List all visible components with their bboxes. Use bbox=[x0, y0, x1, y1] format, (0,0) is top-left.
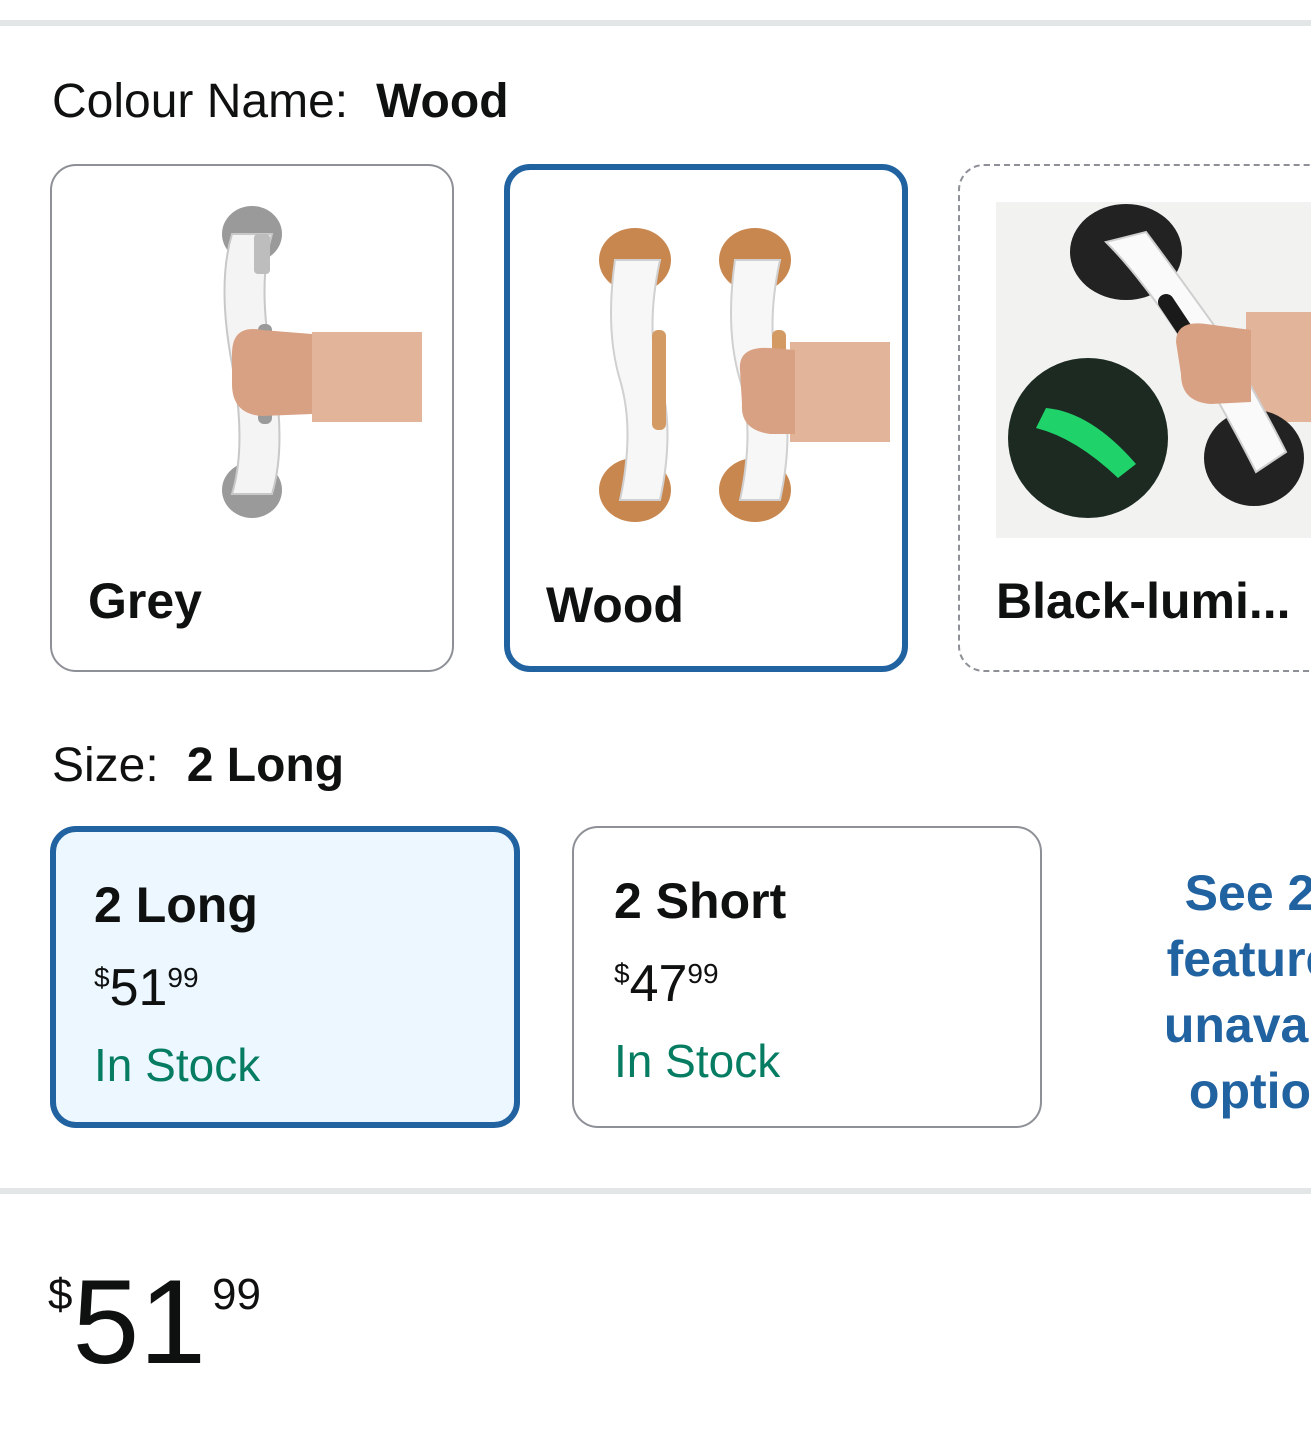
wood-grab-bar-image bbox=[599, 228, 890, 522]
colour-name-key: Colour Name: bbox=[52, 75, 349, 128]
size-key: Size: bbox=[52, 739, 159, 792]
price-whole: 51 bbox=[109, 959, 168, 1017]
top-divider bbox=[0, 20, 1311, 26]
see-more-line: optio bbox=[1188, 1063, 1311, 1119]
size-value: 2 Long bbox=[186, 739, 345, 792]
main-price: $51 99 bbox=[48, 1262, 261, 1382]
swatch-grey[interactable]: Grey bbox=[50, 164, 454, 672]
bottom-divider bbox=[0, 1188, 1311, 1194]
size-option-title: 2 Long bbox=[94, 877, 258, 933]
price-symbol: $ bbox=[94, 962, 110, 993]
price-symbol: $ bbox=[614, 958, 630, 989]
grey-grab-bar-image bbox=[222, 206, 422, 518]
see-more-line: unavail bbox=[1163, 997, 1311, 1053]
price-fraction: 99 bbox=[687, 958, 719, 989]
black-luminous-grab-bar-image bbox=[996, 202, 1311, 538]
colour-name-value: Wood bbox=[376, 75, 509, 128]
see-more-line: See 2 bbox=[1184, 865, 1311, 921]
swatch-wood[interactable]: Wood bbox=[504, 164, 908, 672]
price-whole: 47 bbox=[629, 955, 688, 1013]
colour-name-label: Colour Name: Wood bbox=[52, 74, 509, 129]
swatch-grey-label: Grey bbox=[88, 573, 202, 629]
size-option-2-long[interactable]: 2 Long $5199 In Stock bbox=[50, 826, 520, 1128]
size-option-title: 2 Short bbox=[614, 873, 787, 929]
swatch-black-luminous-label: Black-lumi... bbox=[996, 573, 1291, 629]
main-price-symbol: $ bbox=[48, 1270, 73, 1319]
swatch-black-luminous[interactable]: Black-lumi... bbox=[958, 164, 1311, 672]
size-option-price: $4799 bbox=[614, 954, 719, 1014]
availability-status: In Stock bbox=[94, 1039, 261, 1091]
see-more-line: feature bbox=[1166, 931, 1311, 987]
main-price-fraction: 99 bbox=[211, 1270, 261, 1319]
swatch-wood-label: Wood bbox=[546, 577, 684, 633]
size-option-price: $5199 bbox=[94, 958, 199, 1018]
see-unavailable-options-link[interactable]: See 2 feature unavail optio bbox=[1100, 860, 1311, 1124]
availability-status: In Stock bbox=[614, 1035, 781, 1087]
main-price-whole: 51 bbox=[72, 1255, 206, 1389]
price-fraction: 99 bbox=[167, 962, 199, 993]
size-label: Size: 2 Long bbox=[52, 738, 344, 793]
size-option-2-short[interactable]: 2 Short $4799 In Stock bbox=[572, 826, 1042, 1128]
